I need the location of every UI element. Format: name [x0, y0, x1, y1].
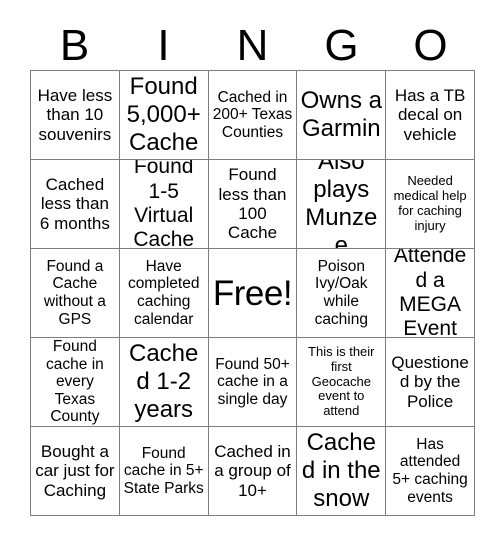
- bingo-header-letter-n: N: [236, 21, 269, 70]
- bingo-header-letter-o: O: [413, 21, 448, 70]
- bingo-cell-r2-c5[interactable]: Needed medical help for caching injury: [386, 160, 475, 249]
- bingo-cell-label: Found cache in every Texas County: [46, 338, 104, 426]
- bingo-cell-r4-c3[interactable]: Found 50+ cache in a single day: [208, 338, 298, 427]
- bingo-header-letter-g: G: [324, 21, 359, 70]
- bingo-cell-free[interactable]: Free!: [208, 249, 298, 338]
- bingo-cell-r3-c1[interactable]: Found a Cache without a GPS: [31, 249, 120, 338]
- bingo-cell-label: Found cache in 5+ State Parks: [123, 444, 204, 497]
- bingo-cell-label: Owns a Garmin: [300, 87, 382, 142]
- bingo-cell-label: Have less than 10 souvenirs: [37, 85, 113, 144]
- bingo-cell-label: Has a TB decal on vehicle: [394, 85, 466, 144]
- bingo-cell-label: Attended a MEGA Event: [393, 249, 467, 338]
- bingo-card: B I N G O Have less than 10 souvenirs Fou…: [0, 0, 500, 544]
- bingo-cell-label: Cached in a group of 10+: [214, 441, 291, 500]
- bingo-cell-r5-c5[interactable]: Has attended 5+ caching events: [386, 427, 475, 516]
- bingo-cell-r4-c2[interactable]: Cached 1-2 years: [119, 338, 209, 427]
- bingo-cell-label: Also plays Munzee: [305, 160, 378, 249]
- bingo-cell-label: Found 1-5 Virtual Cache: [133, 160, 195, 249]
- bingo-cell-r1-c3[interactable]: Cached in 200+ Texas Counties: [208, 71, 298, 160]
- bingo-header-letter-b: B: [59, 21, 90, 70]
- bingo-cell-r3-c4[interactable]: Poison Ivy/Oak while caching: [297, 249, 387, 338]
- bingo-grid: Have less than 10 souvenirs Found 5,000+ …: [30, 70, 475, 516]
- bingo-cell-r2-c2[interactable]: Found 1-5 Virtual Cache: [119, 160, 209, 249]
- bingo-cell-r2-c3[interactable]: Found less than 100 Cache: [208, 160, 298, 249]
- bingo-cell-label: Found 50+ cache in a single day: [215, 355, 290, 408]
- bingo-cell-label: Found a Cache without a GPS: [43, 257, 106, 328]
- bingo-cell-label: Cached less than 6 months: [39, 174, 110, 233]
- bingo-cell-label: Found 5,000+ Cache: [126, 73, 201, 156]
- bingo-cell-label: Have completed caching calendar: [127, 257, 200, 328]
- bingo-cell-label: Found less than 100 Cache: [218, 165, 287, 243]
- bingo-cell-r3-c5[interactable]: Attended a MEGA Event: [386, 249, 475, 338]
- bingo-cell-label: Cached in the snow: [301, 429, 381, 512]
- bingo-cell-r1-c2[interactable]: Found 5,000+ Cache: [119, 71, 209, 160]
- bingo-cell-r4-c4[interactable]: This is their first Geocache event to at…: [297, 338, 387, 427]
- bingo-cell-label: Needed medical help for caching injury: [393, 173, 467, 233]
- bingo-cell-label: Free!: [212, 273, 293, 313]
- bingo-cell-r3-c2[interactable]: Have completed caching calendar: [119, 249, 209, 338]
- bingo-cell-label: This is their first Geocache event to at…: [308, 343, 375, 419]
- bingo-cell-r5-c4[interactable]: Cached in the snow: [297, 427, 387, 516]
- bingo-cell-label: Cached 1-2 years: [129, 340, 199, 423]
- bingo-cell-r5-c2[interactable]: Found cache in 5+ State Parks: [119, 427, 209, 516]
- bingo-cell-label: Has attended 5+ caching events: [392, 435, 468, 506]
- bingo-cell-r1-c4[interactable]: Owns a Garmin: [297, 71, 387, 160]
- bingo-cell-label: Cached in 200+ Texas Counties: [212, 88, 293, 141]
- bingo-cell-label: Poison Ivy/Oak while caching: [314, 257, 368, 328]
- bingo-cell-r2-c4[interactable]: Also plays Munzee: [297, 160, 387, 249]
- bingo-header: B I N G O: [30, 14, 475, 70]
- bingo-cell-r1-c1[interactable]: Have less than 10 souvenirs: [31, 71, 120, 160]
- bingo-cell-label: Bought a car just for Caching: [35, 441, 115, 500]
- bingo-cell-r5-c3[interactable]: Cached in a group of 10+: [208, 427, 298, 516]
- bingo-cell-label: Questioned by the Police: [391, 352, 469, 411]
- bingo-header-letter-i: I: [157, 21, 170, 70]
- bingo-cell-r4-c1[interactable]: Found cache in every Texas County: [31, 338, 120, 427]
- bingo-cell-r2-c1[interactable]: Cached less than 6 months: [31, 160, 120, 249]
- bingo-cell-r5-c1[interactable]: Bought a car just for Caching: [31, 427, 120, 516]
- bingo-cell-r4-c5[interactable]: Questioned by the Police: [386, 338, 475, 427]
- bingo-cell-r1-c5[interactable]: Has a TB decal on vehicle: [386, 71, 475, 160]
